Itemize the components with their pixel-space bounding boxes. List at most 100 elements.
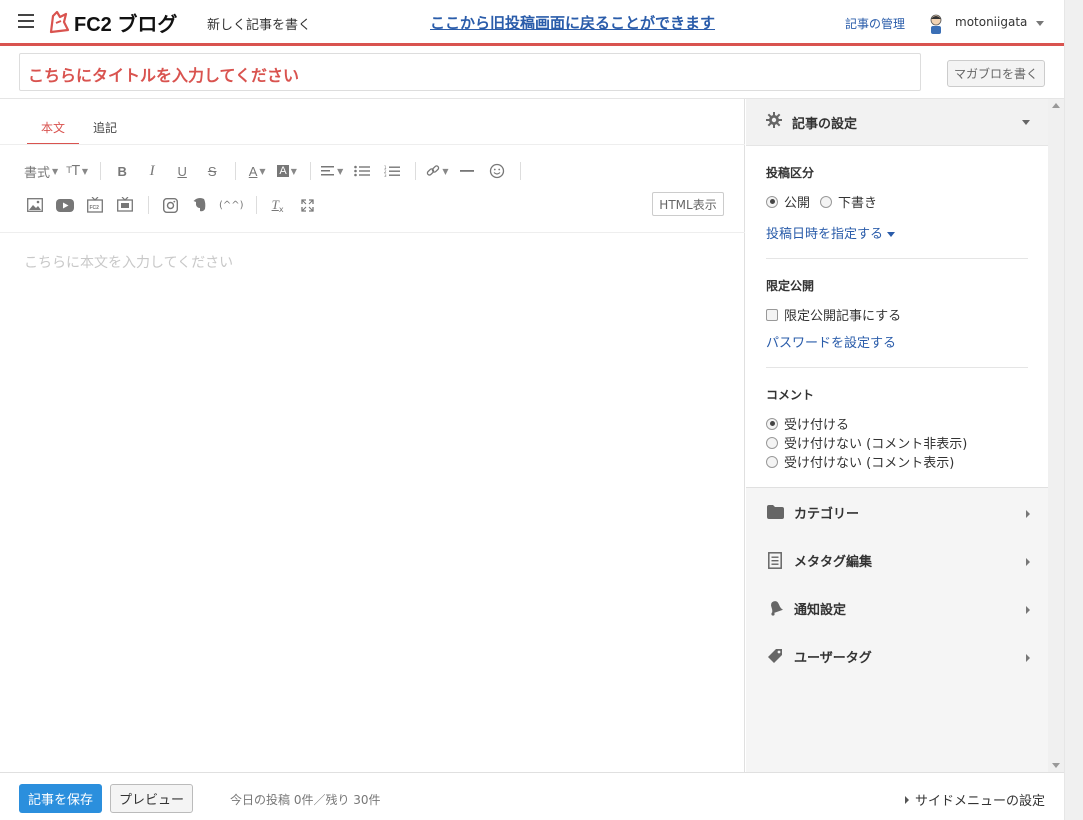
radio-button[interactable]: [766, 417, 778, 430]
radio-comments-accept[interactable]: 受け付ける: [766, 414, 849, 433]
svg-text:FC2: FC2: [90, 205, 100, 211]
chevron-right-icon: [1026, 654, 1030, 662]
preview-button[interactable]: プレビュー: [110, 784, 193, 813]
checkbox[interactable]: [766, 308, 778, 321]
radio-draft[interactable]: 下書き: [820, 192, 877, 211]
link-icon[interactable]: ▼: [426, 161, 448, 181]
section-user-tags[interactable]: ユーザータグ: [746, 632, 1048, 680]
page-scrollbar[interactable]: [1064, 0, 1083, 820]
html-view-button[interactable]: HTML表示: [652, 192, 724, 216]
post-settings-panel: 投稿区分 公開 下書き 投稿日時を指定する 限定公開 限定公開記事にする パスワ…: [746, 146, 1048, 488]
clear-format-icon[interactable]: Tx: [267, 195, 289, 215]
caret-down-icon: [887, 232, 896, 237]
fc2-blog-logo[interactable]: FC2 ブログ: [48, 8, 177, 36]
underline-icon[interactable]: U: [171, 161, 193, 181]
radio-label: 受け付ける: [784, 418, 850, 433]
gear-icon: [766, 112, 782, 132]
tv-icon[interactable]: [114, 195, 136, 215]
manage-posts-link[interactable]: 記事の管理: [845, 15, 905, 32]
font-size-icon[interactable]: T T ▼: [66, 161, 88, 181]
chevron-down-icon[interactable]: [1036, 21, 1044, 26]
section-label: 通知設定: [794, 602, 847, 618]
top-header: FC2 ブログ 新しく記事を書く ここから旧投稿画面に戻ることができます 記事の…: [0, 0, 1064, 46]
divider: [766, 258, 1028, 259]
kaomoji-icon[interactable]: (^^): [219, 195, 244, 215]
horizontal-rule-icon[interactable]: [456, 161, 478, 181]
chevron-right-icon: [1026, 606, 1030, 614]
checkbox-label: 限定公開記事にする: [784, 309, 902, 324]
evernote-icon[interactable]: [189, 195, 211, 215]
radio-button[interactable]: [766, 195, 778, 208]
new-post-link[interactable]: 新しく記事を書く: [207, 14, 311, 33]
tabs-divider: [0, 144, 745, 145]
editor-tabs: 本文 追記: [27, 119, 131, 145]
format-label: 書式: [24, 165, 51, 181]
toolbar-separator: [520, 162, 522, 180]
restricted-title: 限定公開: [766, 279, 815, 293]
radio-label: 公開: [784, 196, 811, 211]
text-color-icon[interactable]: A ▼: [246, 161, 268, 181]
youtube-icon[interactable]: [54, 195, 76, 215]
format-dropdown[interactable]: 書式 ▼: [24, 161, 58, 181]
post-settings-header[interactable]: 記事の設定: [746, 99, 1048, 146]
background-color-icon[interactable]: A ▼: [276, 161, 298, 181]
numbered-list-icon[interactable]: 123: [381, 161, 403, 181]
section-meta-tags[interactable]: メタタグ編集: [746, 536, 1048, 584]
magablo-button[interactable]: マガブロを書く: [947, 60, 1045, 87]
side-menu-settings-link[interactable]: サイドメニューの設定: [904, 790, 1045, 809]
align-icon[interactable]: ▼: [321, 161, 343, 181]
scroll-up-icon[interactable]: [1052, 103, 1060, 108]
password-link[interactable]: パスワードを設定する: [766, 332, 896, 351]
schedule-label: 投稿日時を指定する: [766, 227, 884, 242]
document-icon: [766, 551, 784, 569]
avatar[interactable]: [928, 13, 944, 35]
section-label: カテゴリー: [794, 506, 860, 522]
body-input[interactable]: こちらに本文を入力してください: [24, 252, 233, 272]
sidebar-scrollbar[interactable]: [1048, 99, 1064, 772]
section-category[interactable]: カテゴリー: [746, 488, 1048, 536]
tab-body[interactable]: 本文: [27, 119, 80, 145]
username[interactable]: motoniigata: [955, 15, 1027, 29]
radio-label: 下書き: [838, 196, 878, 211]
toolbar-separator: [100, 162, 102, 180]
scroll-down-icon[interactable]: [1052, 763, 1060, 768]
title-input[interactable]: こちらにタイトルを入力してください: [19, 53, 921, 91]
footer-bar: 記事を保存 プレビュー 今日の投稿 0件／残り 30件 サイドメニューの設定: [0, 772, 1064, 820]
section-label: ユーザータグ: [794, 650, 872, 666]
strikethrough-icon[interactable]: S: [201, 161, 223, 181]
schedule-link[interactable]: 投稿日時を指定する: [766, 223, 896, 242]
bold-icon[interactable]: B: [111, 161, 133, 181]
fc2-video-icon[interactable]: FC2: [84, 195, 106, 215]
radio-label: 受け付けない (コメント表示): [784, 456, 955, 471]
section-notifications[interactable]: 通知設定: [746, 584, 1048, 632]
radio-button[interactable]: [820, 195, 832, 208]
menu-icon[interactable]: [18, 14, 34, 28]
restricted-checkbox[interactable]: 限定公開記事にする: [766, 305, 901, 324]
radio-button[interactable]: [766, 436, 778, 449]
italic-icon[interactable]: I: [141, 161, 163, 181]
radio-comments-reject-shown[interactable]: 受け付けない (コメント表示): [766, 452, 954, 471]
chevron-right-icon: [904, 795, 909, 804]
save-button[interactable]: 記事を保存: [19, 784, 102, 813]
bullet-list-icon[interactable]: [351, 161, 373, 181]
old-editor-link[interactable]: ここから旧投稿画面に戻ることができます: [430, 12, 715, 33]
tab-extended[interactable]: 追記: [79, 119, 131, 145]
radio-button[interactable]: [766, 455, 778, 468]
toolbar-row-2: FC2 (^^) Tx: [24, 195, 327, 215]
emoji-icon[interactable]: [486, 161, 508, 181]
fullscreen-icon[interactable]: [297, 195, 319, 215]
fc2-logo-icon: [49, 10, 70, 34]
radio-comments-reject-hidden[interactable]: 受け付けない (コメント非表示): [766, 433, 967, 452]
chevron-right-icon: [1026, 558, 1030, 566]
logo-text: FC2 ブログ: [74, 13, 178, 36]
radio-public[interactable]: 公開: [766, 192, 810, 211]
image-icon[interactable]: [24, 195, 46, 215]
side-menu-label: サイドメニューの設定: [914, 794, 1045, 809]
post-settings-sidebar: 記事の設定 投稿区分 公開 下書き 投稿日時を指定する 限定公開 限定公開記事に…: [746, 99, 1048, 772]
instagram-icon[interactable]: [159, 195, 181, 215]
post-type-title: 投稿区分: [766, 166, 815, 180]
toolbar-separator: [148, 196, 149, 214]
toolbar-separator: [255, 196, 257, 214]
toolbar-separator: [415, 162, 417, 180]
chevron-down-icon[interactable]: [1022, 120, 1030, 125]
